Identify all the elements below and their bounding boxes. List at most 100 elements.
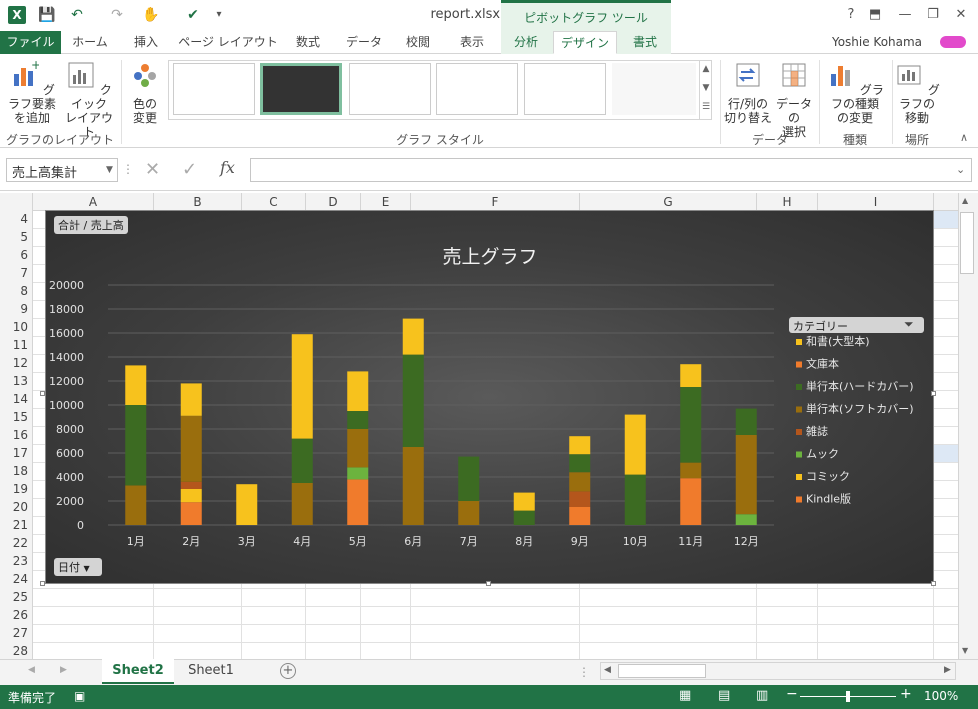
column-header-h[interactable]: H bbox=[757, 193, 818, 211]
restore-icon[interactable]: ❐ bbox=[918, 4, 948, 26]
chart-style-thumbnail[interactable] bbox=[173, 63, 255, 115]
row-header-15[interactable]: 15 bbox=[0, 409, 33, 427]
tab-design[interactable]: デザイン bbox=[553, 31, 617, 54]
tab-format[interactable]: 書式 bbox=[622, 31, 668, 54]
chart-style-thumbnail[interactable] bbox=[436, 63, 518, 115]
tab-home[interactable]: ホーム bbox=[64, 31, 116, 54]
scroll-up-icon[interactable]: ▲ bbox=[962, 196, 968, 205]
row-header-20[interactable]: 20 bbox=[0, 499, 33, 517]
row-header-24[interactable]: 24 bbox=[0, 571, 33, 589]
row-header-18[interactable]: 18 bbox=[0, 463, 33, 481]
add-sheet-icon[interactable]: + bbox=[280, 663, 296, 679]
scroll-right-icon[interactable]: ▶ bbox=[944, 665, 951, 675]
switch-row-column-button[interactable]: 行/列の 切り替え bbox=[724, 60, 772, 125]
formula-input[interactable] bbox=[250, 158, 972, 182]
zoom-in-icon[interactable]: + bbox=[900, 686, 912, 702]
zoom-level[interactable]: 100% bbox=[924, 689, 958, 703]
scroll-left-icon[interactable]: ◀ bbox=[604, 665, 611, 675]
minimize-icon[interactable]: — bbox=[890, 4, 920, 26]
ribbon-display-options-icon[interactable]: ⬒ bbox=[860, 4, 890, 26]
row-header-25[interactable]: 25 bbox=[0, 589, 33, 607]
row-header-8[interactable]: 8 bbox=[0, 283, 33, 301]
insert-function-button[interactable]: fx bbox=[220, 158, 235, 177]
row-header-17[interactable]: 17 bbox=[0, 445, 33, 463]
column-header-g[interactable]: G bbox=[580, 193, 757, 211]
tab-data[interactable]: データ bbox=[338, 31, 390, 54]
tab-page-layout[interactable]: ページ レイアウト bbox=[178, 31, 278, 54]
cancel-icon[interactable]: ✕ bbox=[145, 159, 160, 180]
row-header-5[interactable]: 5 bbox=[0, 229, 33, 247]
quick-layout-button[interactable]: クイック レイアウト bbox=[62, 60, 116, 139]
zoom-out-icon[interactable]: − bbox=[786, 686, 798, 702]
column-header-b[interactable]: B bbox=[154, 193, 242, 211]
row-header-19[interactable]: 19 bbox=[0, 481, 33, 499]
resize-handle[interactable] bbox=[40, 391, 45, 396]
row-header-13[interactable]: 13 bbox=[0, 373, 33, 391]
collapse-ribbon-icon[interactable]: ∧ bbox=[960, 131, 968, 144]
name-box[interactable]: 売上高集計 bbox=[6, 158, 118, 182]
change-chart-type-button[interactable]: グラフの種類 の変更 bbox=[822, 60, 888, 125]
avatar-icon[interactable] bbox=[940, 36, 966, 48]
normal-view-icon[interactable]: ▦ bbox=[679, 688, 691, 703]
row-header-10[interactable]: 10 bbox=[0, 319, 33, 337]
filter-icon[interactable]: ⏷ bbox=[904, 317, 914, 332]
chart-style-thumbnail[interactable] bbox=[524, 63, 606, 115]
select-data-button[interactable]: データの 選択 bbox=[772, 60, 816, 139]
expand-formula-bar-icon[interactable]: ⌄ bbox=[956, 163, 965, 176]
row-header-21[interactable]: 21 bbox=[0, 517, 33, 535]
sheet-tab-sheet2[interactable]: Sheet2 bbox=[102, 659, 174, 684]
chart-style-thumbnail-selected[interactable] bbox=[260, 63, 342, 115]
chart-style-thumbnail[interactable] bbox=[349, 63, 431, 115]
select-all-corner[interactable] bbox=[0, 193, 33, 211]
row-header-14[interactable]: 14 bbox=[0, 391, 33, 409]
user-name[interactable]: Yoshie Kohama bbox=[824, 31, 930, 54]
row-header-27[interactable]: 27 bbox=[0, 625, 33, 643]
column-header-i[interactable]: I bbox=[818, 193, 934, 211]
column-header-a[interactable]: A bbox=[33, 193, 154, 211]
vertical-scroll-thumb[interactable] bbox=[960, 212, 974, 274]
row-header-26[interactable]: 26 bbox=[0, 607, 33, 625]
formula-bar-handle-icon[interactable]: ⋮ bbox=[122, 162, 134, 176]
tab-view[interactable]: 表示 bbox=[448, 31, 496, 54]
tab-analyze[interactable]: 分析 bbox=[505, 31, 547, 54]
resize-handle[interactable] bbox=[486, 581, 491, 586]
close-icon[interactable]: ✕ bbox=[946, 4, 976, 26]
values-field-button[interactable]: 合計 / 売上高 bbox=[54, 216, 128, 234]
change-colors-button[interactable]: 色の 変更 bbox=[124, 60, 166, 125]
resize-handle[interactable] bbox=[40, 581, 45, 586]
gallery-scroll-icon[interactable]: ▲ ▼ ☰ bbox=[699, 60, 712, 120]
zoom-slider-knob[interactable] bbox=[846, 691, 850, 702]
tab-review[interactable]: 校閲 bbox=[394, 31, 442, 54]
next-sheet-icon[interactable]: ▶ bbox=[60, 665, 67, 675]
column-header-d[interactable]: D bbox=[306, 193, 361, 211]
name-box-dropdown-icon[interactable]: ▼ bbox=[106, 165, 113, 175]
column-header-e[interactable]: E bbox=[361, 193, 411, 211]
column-header-f[interactable]: F bbox=[411, 193, 580, 211]
tab-formulas[interactable]: 数式 bbox=[284, 31, 332, 54]
pivot-chart[interactable]: 売上グラフ 0 2000 4000 6000 8000 10000 12000 14000 160… bbox=[45, 210, 934, 584]
sheet-tab-sheet1[interactable]: Sheet1 bbox=[176, 659, 246, 684]
page-layout-view-icon[interactable]: ▤ bbox=[718, 688, 730, 703]
resize-handle[interactable] bbox=[931, 581, 936, 586]
axis-field-button[interactable]: 日付 ▼ bbox=[54, 558, 102, 576]
tab-split-handle-icon[interactable]: ⋮ bbox=[578, 665, 590, 679]
row-header-23[interactable]: 23 bbox=[0, 553, 33, 571]
prev-sheet-icon[interactable]: ◀ bbox=[28, 665, 35, 675]
row-header-4[interactable]: 4 bbox=[0, 211, 33, 229]
tab-file[interactable]: ファイル bbox=[0, 31, 61, 54]
add-chart-element-button[interactable]: + グラフ要素 を追加 bbox=[4, 58, 60, 125]
scroll-down-icon[interactable]: ▼ bbox=[962, 646, 968, 655]
resize-handle[interactable] bbox=[931, 391, 936, 396]
row-header-12[interactable]: 12 bbox=[0, 355, 33, 373]
enter-icon[interactable]: ✓ bbox=[182, 159, 197, 180]
row-header-11[interactable]: 11 bbox=[0, 337, 33, 355]
move-chart-button[interactable]: グラフの 移動 bbox=[894, 60, 940, 125]
horizontal-scroll-thumb[interactable] bbox=[618, 664, 706, 678]
page-break-view-icon[interactable]: ▥ bbox=[756, 688, 768, 703]
macro-record-icon[interactable]: ▣ bbox=[74, 689, 85, 703]
row-header-22[interactable]: 22 bbox=[0, 535, 33, 553]
column-header-c[interactable]: C bbox=[242, 193, 306, 211]
row-header-16[interactable]: 16 bbox=[0, 427, 33, 445]
row-header-7[interactable]: 7 bbox=[0, 265, 33, 283]
tab-insert[interactable]: 挿入 bbox=[120, 31, 172, 54]
